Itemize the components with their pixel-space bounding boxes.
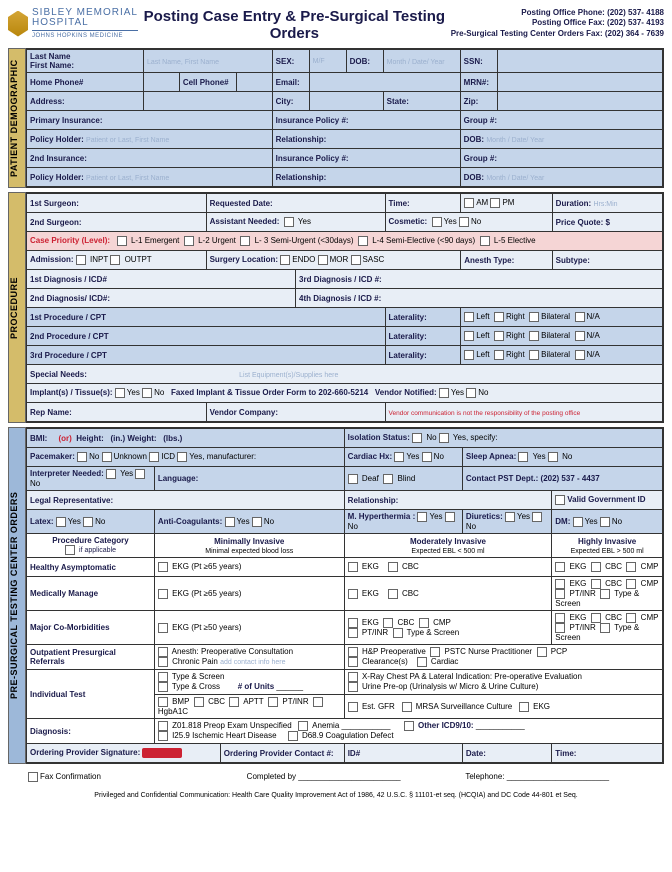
- logo-icon: [8, 11, 28, 37]
- pm-checkbox[interactable]: [490, 198, 500, 208]
- tab-procedure: PROCEDURE: [8, 192, 26, 423]
- header: SIBLEY MEMORIAL HOSPITAL JOHNS HOPKINS M…: [8, 8, 664, 42]
- hospital-tag: JOHNS HOPKINS MEDICINE: [32, 30, 138, 39]
- hospital-logo: SIBLEY MEMORIAL HOSPITAL JOHNS HOPKINS M…: [8, 8, 138, 39]
- footer-disclaimer: Privileged and Confidential Communicatio…: [8, 792, 664, 799]
- sign-here-icon[interactable]: [142, 748, 182, 758]
- am-checkbox[interactable]: [464, 198, 474, 208]
- page-title: Posting Case Entry & Pre-Surgical Testin…: [138, 8, 451, 42]
- bottom-row: Fax Confirmation Completed by __________…: [8, 768, 664, 786]
- tab-pst: PRE-SURGICAL TESTING CENTER ORDERS: [8, 427, 26, 764]
- contact-info: Posting Office Phone: (202) 537- 4188 Po…: [451, 8, 664, 39]
- fax-confirm-checkbox[interactable]: [28, 772, 38, 782]
- tab-demographic: PATIENT DEMOGRAPHIC: [8, 48, 26, 188]
- hospital-sub: HOSPITAL: [32, 18, 138, 28]
